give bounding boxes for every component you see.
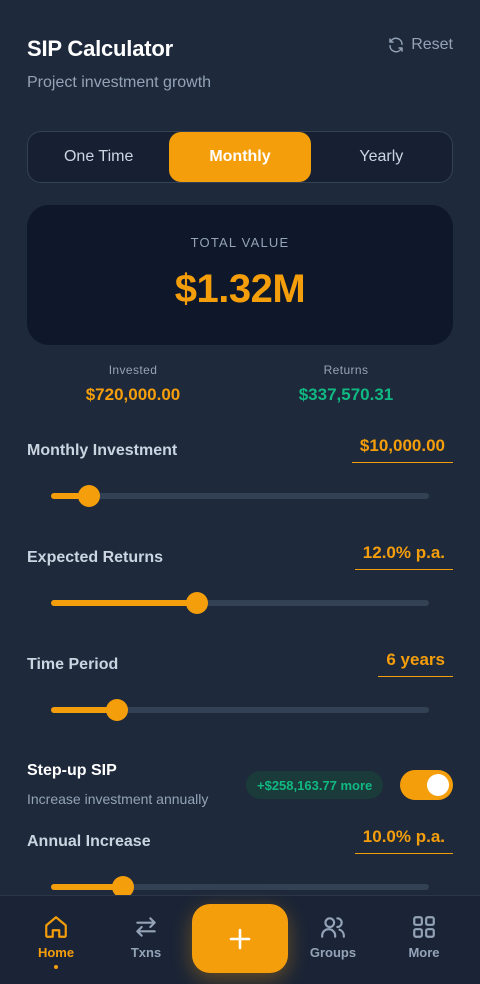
invested-label: Invested [108, 363, 158, 377]
slider-thumb[interactable] [106, 699, 129, 721]
refresh-icon [389, 37, 403, 53]
step-up-toggle[interactable] [400, 770, 453, 800]
slider-thumb[interactable] [77, 485, 100, 507]
toggle-knob [427, 774, 449, 796]
slider-fill [51, 600, 197, 606]
monthly-investment-label: Monthly Investment [27, 442, 178, 459]
users-icon [321, 917, 345, 938]
step-up-sip-row: Step-up SIP Increase investment annually… [27, 762, 453, 812]
reset-button[interactable]: Reset [387, 36, 453, 54]
monthly-investment-input[interactable]: $10,000.00 [351, 434, 453, 463]
home-icon [45, 916, 67, 938]
annual-increase-label: Annual Increase [27, 833, 151, 850]
expected-returns-label: Expected Returns [27, 549, 164, 566]
segment-monthly[interactable]: Monthly [169, 132, 311, 182]
expected-returns-input[interactable]: 12.0% p.a. [354, 541, 453, 570]
step-up-title: Step-up SIP [27, 762, 117, 779]
segment-one-time[interactable]: One Time [28, 132, 169, 182]
app-root: SIP Calculator Project investment growth… [0, 0, 480, 984]
extra-returns-badge: +$258,163.77 more [246, 771, 384, 799]
active-indicator-dot [54, 965, 58, 969]
annual-increase-input[interactable]: 10.0% p.a. [354, 825, 453, 854]
step-up-subtitle: Increase investment annually [27, 791, 209, 807]
nav-groups-label: Groups [309, 945, 357, 960]
invested-value: $720,000.00 [85, 385, 181, 404]
returns-label: Returns [323, 363, 369, 377]
total-value-label: TOTAL VALUE [190, 235, 290, 250]
nav-more-label: More [408, 945, 440, 960]
time-period-input[interactable]: 6 years [378, 648, 453, 677]
nav-groups[interactable]: Groups [293, 914, 373, 960]
nav-more[interactable]: More [384, 914, 464, 960]
nav-txns[interactable]: Txns [106, 914, 186, 960]
returns-stat: Returns $337,570.31 [246, 363, 446, 405]
time-period-label: Time Period [27, 656, 119, 673]
reset-label: Reset [411, 36, 453, 53]
invested-stat: Invested $720,000.00 [33, 363, 233, 405]
header: SIP Calculator Project investment growth… [27, 36, 453, 96]
annual-increase-slider[interactable] [51, 876, 429, 898]
returns-value: $337,570.31 [298, 385, 394, 404]
swap-arrows-icon [136, 917, 156, 937]
time-period-slider[interactable] [51, 699, 429, 721]
plus-icon [229, 928, 251, 949]
grid-icon [413, 916, 435, 938]
nav-home-label: Home [37, 945, 75, 960]
nav-home[interactable]: Home [16, 914, 96, 969]
total-value-card: TOTAL VALUE $1.32M [27, 205, 453, 345]
nav-txns-label: Txns [130, 945, 162, 960]
expected-returns-slider[interactable] [51, 592, 429, 614]
total-value-amount: $1.32M [174, 267, 306, 311]
monthly-investment-slider[interactable] [51, 485, 429, 507]
frequency-segmented-control: One Time Monthly Yearly [27, 131, 453, 183]
add-button[interactable] [192, 904, 288, 973]
page-subtitle: Project investment growth [27, 74, 212, 91]
slider-thumb[interactable] [185, 592, 208, 614]
segment-yearly[interactable]: Yearly [311, 132, 452, 182]
